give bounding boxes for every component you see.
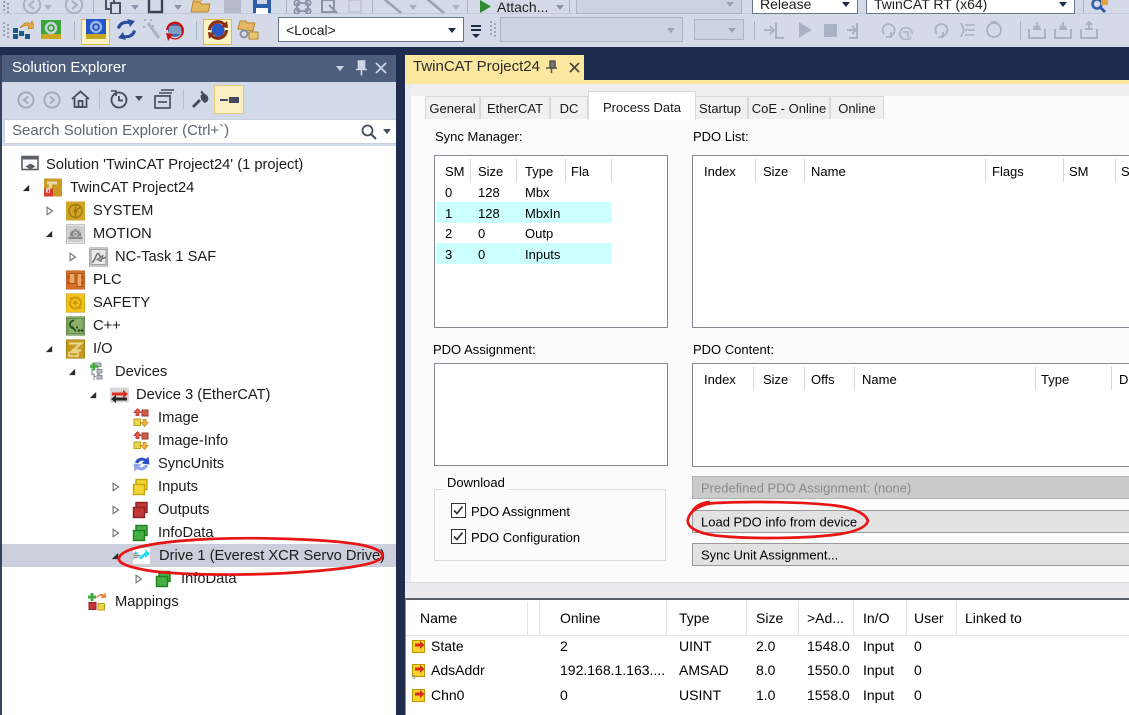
svg-text:s: s xyxy=(412,674,416,679)
